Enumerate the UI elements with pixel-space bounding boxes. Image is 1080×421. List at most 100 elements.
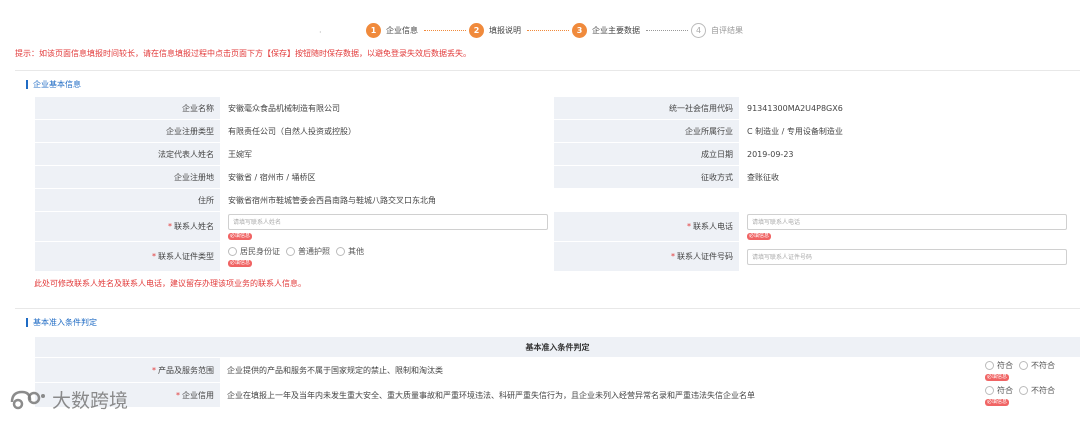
watermark-text: 大数跨境: [52, 390, 129, 412]
save-tip: 提示：如该页面信息填报时间较长，请在信息填报过程中点击页面下方【保存】按钮随时保…: [15, 49, 471, 58]
section-title-criteria: 基本准入条件判定: [26, 317, 97, 328]
required-badge: 必填信息: [228, 260, 253, 267]
step-connector: [646, 29, 688, 31]
table-row: * 企业信用 企业在填报上一年及当年内未发生重大安全、重大质量事故和严重环境违法、…: [34, 382, 1080, 408]
stepper-dot: ·: [319, 28, 322, 37]
tax-method-label: 征收方式: [553, 165, 740, 189]
progress-stepper: · 1 企业信息 2 填报说明 3 企业主要数据 4 自评结果: [0, 22, 1080, 40]
section-title-text: 基本准入条件判定: [33, 318, 97, 327]
contact-note: 此处可修改联系人姓名及联系人电话，建议留存办理该项业务的联系人信息。: [34, 279, 306, 288]
table-row: 法定代表人姓名 王婉军 成立日期 2019-09-23: [34, 142, 1080, 166]
contact-phone-cell: 请填写联系人电话 必填信息: [739, 211, 1080, 242]
required-mark: *: [168, 222, 172, 231]
contact-phone-label-text: 联系人电话: [693, 222, 733, 231]
contact-name-input[interactable]: 请填写联系人姓名: [228, 213, 548, 230]
radio-compliant[interactable]: 符合: [985, 360, 1013, 371]
table-row: * 产品及服务范围 企业提供的产品和服务不属于国家规定的禁止、限制和淘汰类 符合 …: [34, 357, 1080, 383]
step-label: 企业主要数据: [592, 25, 640, 35]
step-company-info[interactable]: 1 企业信息: [366, 22, 466, 38]
required-badge: 必填信息: [228, 232, 253, 240]
step-label: 自评结果: [711, 25, 743, 35]
table-row: * 联系人姓名 请填写联系人姓名 必填信息 * 联系人电话 请填写联系人电话 必填信…: [34, 211, 1080, 242]
radio-label: 不符合: [1031, 360, 1055, 370]
radio-circle: [1019, 385, 1028, 395]
id-type-label: * 联系人证件类型: [34, 241, 221, 272]
criteria-label-text: 企业信用: [182, 390, 214, 400]
table-header-row: 基本准入条件判定: [33, 336, 1080, 358]
required-mark: *: [152, 365, 156, 375]
required-badge: 必填信息: [985, 398, 1010, 406]
tax-method-value: 查账征收: [739, 165, 1080, 189]
criteria-options: 符合 不符合 必填信息: [979, 357, 1080, 383]
contact-phone-input[interactable]: 请填写联系人电话: [747, 213, 1067, 230]
criteria-label-text: 产品及服务范围: [158, 365, 214, 375]
address-label: 住所: [34, 188, 221, 212]
id-number-label-text: 联系人证件号码: [677, 252, 733, 261]
radio-noncompliant[interactable]: 不符合: [1019, 385, 1055, 396]
table-row: 企业注册类型 有限责任公司（自然人投资或控股） 企业所属行业 C 制造业 / 专…: [34, 119, 1080, 143]
step-self-evaluation[interactable]: 4 自评结果: [691, 22, 743, 38]
radio-label: 普通护照: [298, 247, 330, 256]
founded-date-label: 成立日期: [553, 142, 740, 166]
section-title-basic: 企业基本信息: [26, 79, 81, 90]
radio-label: 居民身份证: [240, 247, 280, 256]
table-row: * 联系人证件类型 居民身份证 普通护照 其他 必填信息 * 联系人证件号码 请填写…: [34, 241, 1080, 272]
id-number-input[interactable]: 请填写联系人证件号码: [747, 248, 1067, 265]
id-type-label-text: 联系人证件类型: [158, 252, 214, 261]
step-label: 企业信息: [386, 25, 418, 35]
radio-label: 不符合: [1031, 385, 1055, 395]
industry-label: 企业所属行业: [553, 119, 740, 143]
step-main-data[interactable]: 3 企业主要数据: [572, 22, 688, 38]
criteria-text: 企业在填报上一年及当年内未发生重大安全、重大质量事故和严重环境违法、科研严重失信…: [220, 382, 981, 408]
radio-id-card[interactable]: 居民身份证: [228, 246, 280, 257]
radio-circle: [336, 247, 345, 256]
company-name-label: 企业名称: [34, 96, 221, 120]
required-mark: *: [687, 222, 691, 231]
radio-circle: [228, 247, 237, 256]
step-number: 2: [469, 22, 484, 38]
required-mark: *: [671, 252, 675, 261]
contact-name-label: * 联系人姓名: [34, 211, 221, 242]
id-number-cell: 请填写联系人证件号码: [739, 241, 1080, 272]
step-connector: [527, 29, 569, 31]
section-marker: [26, 318, 28, 327]
table-row: 企业注册地 安徽省 / 宿州市 / 埇桥区 征收方式 查账征收: [34, 165, 1080, 189]
required-badge: 必填信息: [985, 373, 1010, 381]
radio-other[interactable]: 其他: [336, 246, 364, 257]
radio-noncompliant[interactable]: 不符合: [1019, 360, 1055, 371]
radio-circle: [985, 360, 994, 370]
register-place-value: 安徽省 / 宿州市 / 埇桥区: [220, 165, 554, 189]
company-name-value: 安徽毫众食品机械制造有限公司: [220, 96, 554, 120]
criteria-table-header: 基本准入条件判定: [33, 336, 1080, 358]
id-number-label: * 联系人证件号码: [553, 241, 740, 272]
contact-phone-label: * 联系人电话: [553, 211, 740, 242]
criteria-text: 企业提供的产品和服务不属于国家规定的禁止、限制和淘汰类: [220, 357, 981, 383]
credit-code-label: 统一社会信用代码: [553, 96, 740, 120]
section-title-text: 企业基本信息: [33, 80, 81, 89]
step-label: 填报说明: [489, 25, 521, 35]
founded-date-value: 2019-09-23: [739, 142, 1080, 166]
register-type-label: 企业注册类型: [34, 119, 221, 143]
table-row: 企业名称 安徽毫众食品机械制造有限公司 统一社会信用代码 91341300MA2…: [34, 96, 1080, 120]
step-number: 4: [691, 22, 706, 38]
step-instructions[interactable]: 2 填报说明: [469, 22, 569, 38]
legal-rep-value: 王婉军: [220, 142, 554, 166]
watermark-logo-icon: [10, 390, 45, 409]
step-number: 1: [366, 22, 381, 38]
radio-label: 其他: [348, 247, 364, 256]
industry-value: C 制造业 / 专用设备制造业: [739, 119, 1080, 143]
address-value: 安徽省宿州市鞋城管委会西昌南路与鞋城八路交叉口东北角: [220, 188, 1080, 212]
radio-compliant[interactable]: 符合: [985, 385, 1013, 396]
contact-name-label-text: 联系人姓名: [174, 222, 214, 231]
required-mark: *: [152, 252, 156, 261]
contact-name-cell: 请填写联系人姓名 必填信息: [220, 211, 554, 242]
radio-circle: [286, 247, 295, 256]
step-number: 3: [572, 22, 587, 38]
credit-code-value: 91341300MA2U4P8GX6: [739, 96, 1080, 120]
radio-passport[interactable]: 普通护照: [286, 246, 330, 257]
criteria-table: 基本准入条件判定 * 产品及服务范围 企业提供的产品和服务不属于国家规定的禁止、限…: [33, 336, 1080, 408]
step-connector: [424, 29, 466, 31]
radio-circle: [985, 385, 994, 395]
required-mark: *: [176, 390, 180, 400]
radio-circle: [1019, 360, 1028, 370]
